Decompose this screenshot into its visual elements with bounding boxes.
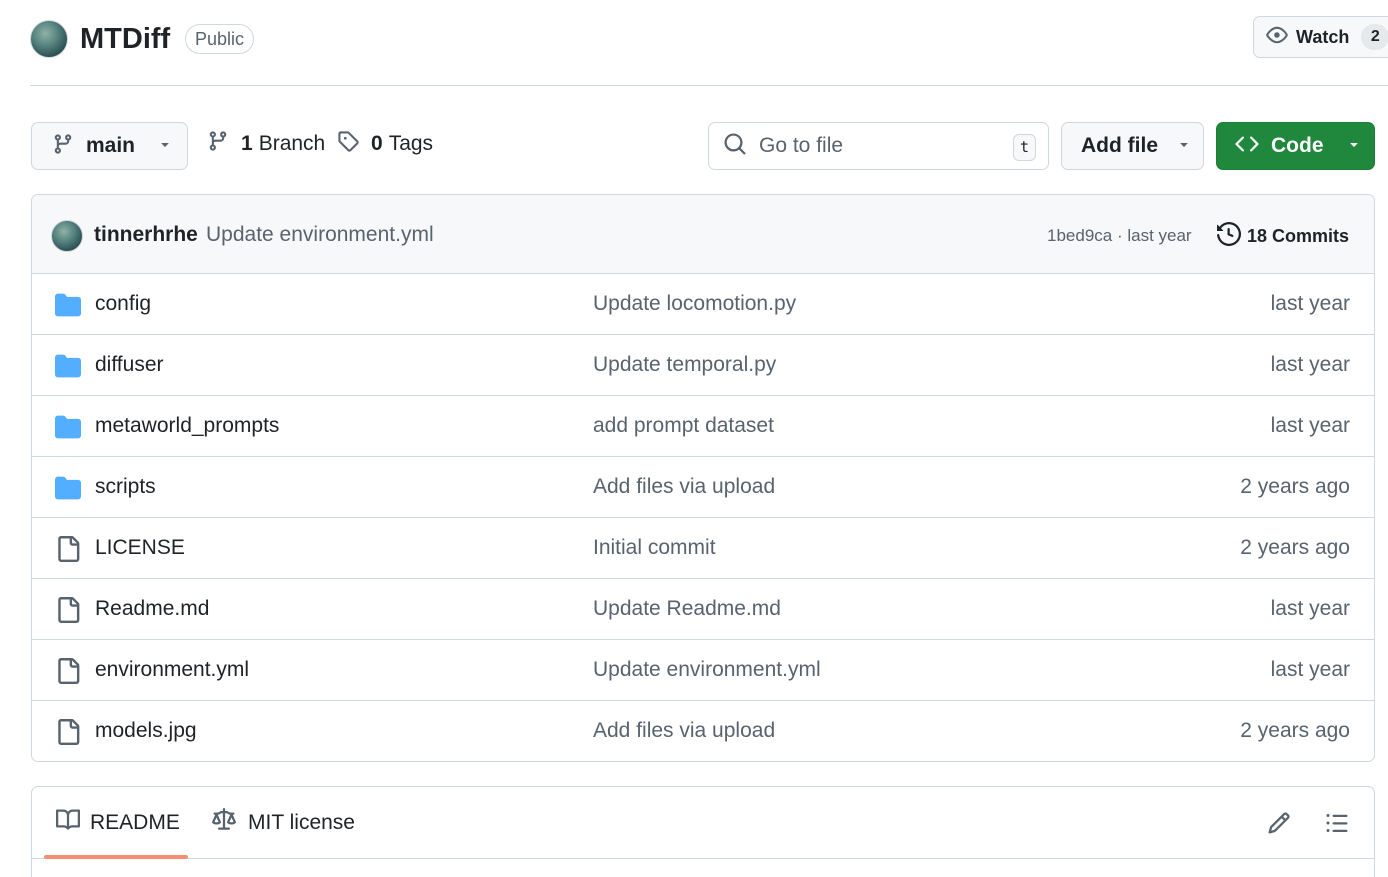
history-icon bbox=[1217, 221, 1242, 251]
active-tab-underline bbox=[44, 855, 188, 859]
add-file-label: Add file bbox=[1081, 134, 1158, 157]
file-row[interactable]: diffuser Update temporal.py last year bbox=[32, 335, 1374, 396]
file-icon bbox=[55, 597, 81, 628]
file-commit-message[interactable]: Update environment.yml bbox=[593, 658, 821, 682]
tab-readme[interactable]: README bbox=[56, 787, 180, 859]
owner-avatar[interactable] bbox=[30, 20, 68, 58]
tags-label: Tags bbox=[388, 132, 434, 155]
file-name-link[interactable]: Readme.md bbox=[95, 597, 209, 621]
file-rows: config Update locomotion.py last year diffu… bbox=[32, 274, 1374, 761]
header-divider bbox=[30, 85, 1388, 86]
latest-commit-bar: tinnerhrhe Update environment.yml 1bed9c… bbox=[32, 195, 1374, 274]
watch-count: 2 bbox=[1361, 24, 1388, 50]
readme-tabs: README MIT license bbox=[32, 787, 1374, 859]
file-commit-date: 2 years ago bbox=[1240, 475, 1350, 498]
branches-label: Branch bbox=[258, 132, 326, 155]
file-name-link[interactable]: environment.yml bbox=[95, 658, 249, 682]
file-row[interactable]: metaworld_prompts add prompt dataset last … bbox=[32, 396, 1374, 457]
file-commit-message[interactable]: Add files via upload bbox=[593, 475, 775, 499]
file-row[interactable]: Readme.md Update Readme.md last year bbox=[32, 579, 1374, 640]
pencil-icon[interactable] bbox=[1267, 811, 1291, 840]
watch-label: Watch bbox=[1296, 26, 1350, 47]
file-commit-date: last year bbox=[1270, 414, 1350, 437]
file-name-link[interactable]: config bbox=[95, 292, 151, 316]
file-commit-message[interactable]: Update locomotion.py bbox=[593, 292, 796, 316]
visibility-badge: Public bbox=[185, 24, 255, 54]
file-row[interactable]: models.jpg Add files via upload 2 years ag… bbox=[32, 701, 1374, 761]
file-commit-date: last year bbox=[1270, 658, 1350, 681]
tab-license-label: MIT license bbox=[248, 811, 355, 834]
commit-author[interactable]: tinnerhrhe bbox=[94, 223, 198, 247]
folder-icon bbox=[55, 475, 81, 506]
search-icon bbox=[723, 132, 747, 161]
file-name-link[interactable]: diffuser bbox=[95, 353, 164, 377]
keyboard-shortcut-hint: t bbox=[1013, 134, 1036, 161]
code-icon bbox=[1235, 132, 1259, 161]
tag-icon bbox=[337, 130, 359, 158]
file-row[interactable]: LICENSE Initial commit 2 years ago bbox=[32, 518, 1374, 579]
file-name-link[interactable]: models.jpg bbox=[95, 719, 197, 743]
file-commit-date: last year bbox=[1270, 353, 1350, 376]
repo-name[interactable]: MTDiff bbox=[80, 20, 170, 58]
add-file-button[interactable]: Add file bbox=[1061, 122, 1204, 170]
folder-icon bbox=[55, 414, 81, 445]
file-icon bbox=[55, 536, 81, 567]
commit-message[interactable]: Update environment.yml bbox=[206, 223, 434, 247]
file-commit-date: last year bbox=[1270, 597, 1350, 620]
file-icon bbox=[55, 658, 81, 689]
git-branch-icon bbox=[207, 130, 229, 158]
folder-icon bbox=[55, 353, 81, 384]
file-row[interactable]: environment.yml Update environment.yml las… bbox=[32, 640, 1374, 701]
tab-license[interactable]: MIT license bbox=[212, 787, 355, 859]
tags-link[interactable]: 0 Tags bbox=[337, 130, 433, 158]
file-name-link[interactable]: scripts bbox=[95, 475, 156, 499]
file-commit-message[interactable]: Add files via upload bbox=[593, 719, 775, 743]
branch-name: main bbox=[86, 134, 136, 157]
caret-down-icon bbox=[1176, 136, 1192, 157]
readme-panel: README MIT license bbox=[31, 786, 1375, 877]
branches-link[interactable]: 1 Branch bbox=[207, 130, 325, 158]
code-label: Code bbox=[1271, 134, 1324, 157]
file-commit-date: last year bbox=[1270, 292, 1350, 315]
commits-count-label: 18 Commits bbox=[1247, 226, 1350, 246]
file-commit-message[interactable]: Initial commit bbox=[593, 536, 716, 560]
file-icon bbox=[55, 719, 81, 750]
file-commit-message[interactable]: Update temporal.py bbox=[593, 353, 776, 377]
caret-down-icon bbox=[157, 136, 173, 157]
file-commit-date: 2 years ago bbox=[1240, 719, 1350, 742]
repo-header: MTDiff Public Watch 2 bbox=[0, 0, 1388, 86]
search-input[interactable] bbox=[759, 134, 999, 158]
watch-button[interactable]: Watch 2 bbox=[1253, 16, 1388, 58]
book-icon bbox=[56, 808, 81, 838]
file-commit-message[interactable]: Update Readme.md bbox=[593, 597, 781, 621]
law-icon bbox=[212, 808, 236, 838]
file-name-link[interactable]: LICENSE bbox=[95, 536, 185, 560]
go-to-file-search[interactable]: t bbox=[708, 122, 1049, 170]
file-row[interactable]: config Update locomotion.py last year bbox=[32, 274, 1374, 335]
tags-count: 0 bbox=[371, 132, 383, 155]
caret-down-icon bbox=[1346, 136, 1362, 157]
code-button[interactable]: Code bbox=[1216, 122, 1375, 170]
author-avatar[interactable] bbox=[51, 220, 83, 252]
file-name-link[interactable]: metaworld_prompts bbox=[95, 414, 279, 438]
file-row[interactable]: scripts Add files via upload 2 years ago bbox=[32, 457, 1374, 518]
branches-count: 1 bbox=[241, 132, 253, 155]
list-unordered-icon[interactable] bbox=[1325, 811, 1349, 840]
file-commit-message[interactable]: add prompt dataset bbox=[593, 414, 774, 438]
file-commit-date: 2 years ago bbox=[1240, 536, 1350, 559]
commits-history-link[interactable]: 18 Commits bbox=[1217, 221, 1350, 251]
git-branch-icon bbox=[52, 133, 74, 160]
tab-readme-label: README bbox=[90, 811, 180, 834]
file-list: tinnerhrhe Update environment.yml 1bed9c… bbox=[31, 194, 1375, 762]
eye-icon bbox=[1266, 24, 1288, 51]
commit-sha-time[interactable]: 1bed9ca · last year bbox=[1047, 226, 1192, 246]
folder-icon bbox=[55, 292, 81, 323]
branch-select-button[interactable]: main bbox=[31, 122, 188, 170]
